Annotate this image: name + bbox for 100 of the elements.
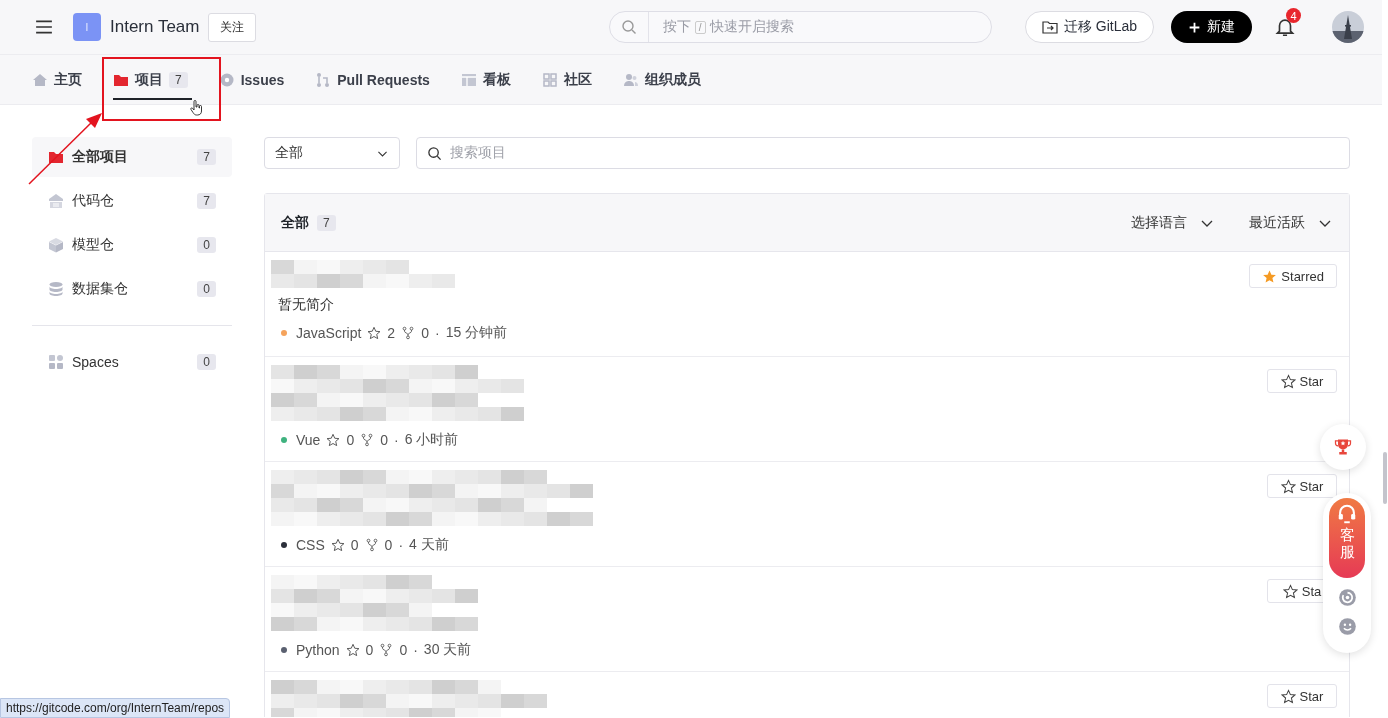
new-button[interactable]: 新建 bbox=[1171, 11, 1252, 43]
sidebar-item[interactable]: Spaces 0 bbox=[32, 342, 232, 382]
count-badge: 7 bbox=[169, 71, 188, 88]
house-icon bbox=[32, 71, 48, 88]
search-icon bbox=[427, 145, 442, 161]
star-icon bbox=[367, 326, 382, 340]
separator-dot: · bbox=[394, 432, 399, 448]
notification-badge: 4 bbox=[1286, 8, 1301, 23]
circle-icon bbox=[218, 71, 235, 88]
star-button[interactable]: Starred bbox=[1249, 264, 1337, 288]
star-icon bbox=[1280, 373, 1296, 389]
folder-icon bbox=[1041, 19, 1058, 35]
sidebar-item[interactable]: 全部项目 7 bbox=[32, 137, 232, 177]
star-icon bbox=[326, 433, 341, 447]
separator-dot: · bbox=[434, 325, 440, 341]
org-name: Intern Team bbox=[110, 17, 200, 37]
updated-time: 30 天前 bbox=[423, 641, 472, 659]
database-icon bbox=[48, 281, 64, 297]
star-icon bbox=[330, 538, 345, 552]
swirl-icon[interactable] bbox=[1337, 588, 1357, 607]
headset-icon bbox=[1336, 503, 1358, 525]
search-placeholder: 搜索项目 bbox=[450, 144, 506, 162]
item-label: 代码仓 bbox=[72, 192, 115, 210]
fork-count: 0 bbox=[399, 642, 408, 658]
item-label: 全部项目 bbox=[72, 148, 129, 166]
language-name: JavaScript bbox=[296, 325, 362, 341]
separator-dot: · bbox=[413, 642, 418, 658]
star-icon bbox=[1280, 478, 1296, 494]
count-badge: 0 bbox=[197, 281, 216, 297]
updated-time: 15 分钟前 bbox=[445, 324, 508, 342]
count-badge: 0 bbox=[197, 237, 216, 253]
language-name: Python bbox=[296, 642, 340, 658]
filter-dropdown[interactable]: 全部 bbox=[264, 137, 400, 169]
star-button[interactable]: Star bbox=[1267, 474, 1337, 498]
separator-dot: · bbox=[398, 537, 404, 553]
blocks-icon bbox=[48, 354, 64, 370]
fork-icon bbox=[364, 538, 379, 552]
fork-icon bbox=[379, 643, 394, 657]
nav-tab[interactable]: 社区 bbox=[541, 55, 592, 104]
fork-icon bbox=[360, 433, 375, 447]
star-button[interactable]: Star bbox=[1267, 369, 1337, 393]
repo-description: 暂无简介 bbox=[278, 296, 335, 314]
status-url: https://gitcode.com/org/InternTeam/repos bbox=[0, 698, 231, 718]
sidebar-item[interactable]: 模型仓 0 bbox=[32, 225, 232, 265]
language-name: CSS bbox=[296, 537, 325, 553]
nav-tab[interactable]: 项目 7 bbox=[113, 55, 188, 104]
star-button[interactable]: Star bbox=[1267, 684, 1337, 708]
trophy-button[interactable] bbox=[1320, 424, 1366, 470]
count-badge: 7 bbox=[197, 149, 216, 165]
language-dropdown[interactable]: 选择语言 bbox=[1131, 213, 1215, 232]
search-hint: 按下 bbox=[662, 18, 691, 36]
nav-tab[interactable]: Issues bbox=[218, 55, 285, 104]
fork-count: 0 bbox=[421, 325, 429, 341]
star-count: 0 bbox=[346, 432, 355, 448]
count-badge: 0 bbox=[197, 354, 216, 370]
star-count: 0 bbox=[365, 642, 374, 658]
star-icon bbox=[345, 643, 360, 657]
search-icon bbox=[620, 19, 637, 35]
search-placeholder: 快速开启搜索 bbox=[709, 18, 794, 36]
updated-time: 6 小时前 bbox=[404, 431, 459, 449]
star-icon bbox=[1262, 268, 1278, 284]
count-badge: 7 bbox=[197, 193, 216, 209]
follow-button[interactable]: 关注 bbox=[208, 12, 257, 42]
star-count: 0 bbox=[350, 537, 359, 553]
trophy-icon bbox=[1333, 437, 1353, 457]
sort-dropdown[interactable]: 最近活跃 bbox=[1249, 213, 1333, 232]
fork-icon bbox=[401, 326, 416, 340]
plus-icon bbox=[1188, 20, 1201, 34]
dropdown-value: 全部 bbox=[275, 144, 303, 162]
star-count: 2 bbox=[387, 325, 396, 341]
people-icon bbox=[622, 71, 639, 88]
grid-icon bbox=[541, 71, 558, 88]
customer-service-button[interactable]: 客服 bbox=[1329, 498, 1365, 578]
sidebar-item[interactable]: 数据集仓 0 bbox=[32, 269, 232, 309]
org-logo: I bbox=[73, 13, 101, 41]
language-name: Vue bbox=[296, 432, 321, 448]
smiley-icon[interactable] bbox=[1337, 617, 1357, 636]
fork-count: 0 bbox=[380, 432, 388, 448]
migrate-button[interactable]: 迁移 GitLab bbox=[1024, 11, 1154, 43]
updated-time: 4 天前 bbox=[409, 536, 449, 554]
nav-tab[interactable]: 主页 bbox=[32, 55, 82, 104]
list-title: 全部 bbox=[281, 213, 309, 232]
cube-icon bbox=[48, 237, 64, 253]
folder-icon bbox=[48, 149, 64, 165]
fork-count: 0 bbox=[384, 537, 393, 553]
item-label: 数据集仓 bbox=[72, 280, 129, 298]
nav-tab[interactable]: Pull Requests bbox=[315, 55, 430, 104]
menu-icon[interactable] bbox=[34, 18, 54, 36]
item-label: Spaces bbox=[72, 354, 120, 370]
count-badge: 7 bbox=[317, 214, 336, 231]
warehouse-icon bbox=[48, 193, 64, 209]
star-icon bbox=[1282, 583, 1298, 599]
board-icon bbox=[460, 71, 477, 88]
item-label: 模型仓 bbox=[72, 236, 115, 254]
shortcut-key: / bbox=[694, 20, 706, 34]
sidebar-item[interactable]: 代码仓 7 bbox=[32, 181, 232, 221]
star-icon bbox=[1280, 688, 1296, 704]
nav-tab[interactable]: 看板 bbox=[460, 55, 511, 104]
pull-request-icon bbox=[315, 71, 332, 88]
nav-tab[interactable]: 组织成员 bbox=[622, 55, 701, 104]
